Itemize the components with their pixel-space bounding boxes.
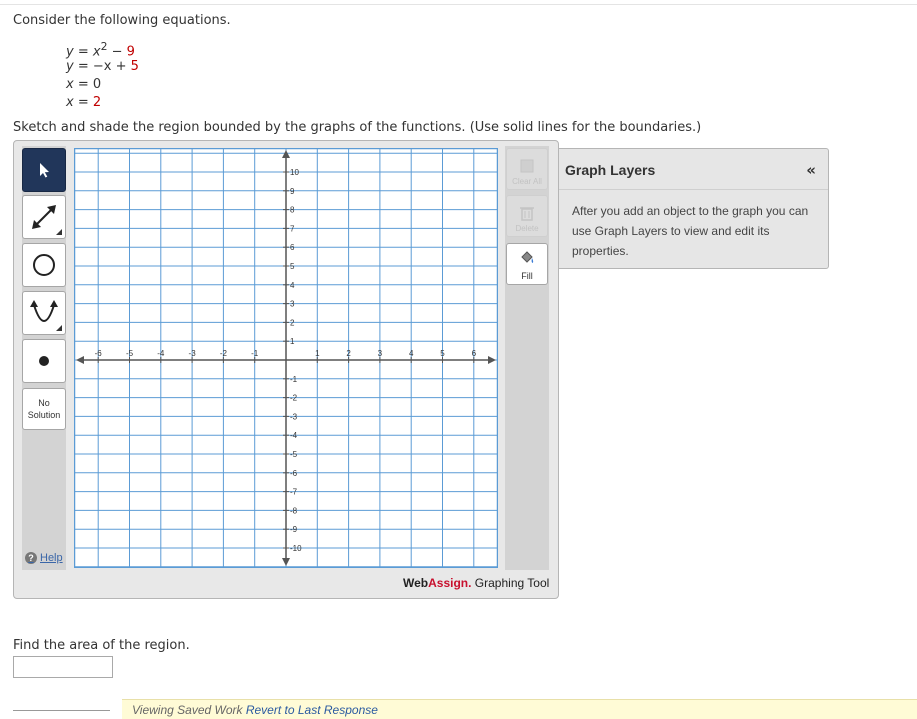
- y-tick-label: -6: [290, 469, 298, 478]
- layers-divider: [559, 189, 828, 190]
- help-link[interactable]: ? Help: [25, 552, 63, 564]
- double-arrow-line-icon: [32, 205, 56, 229]
- y-tick-label: -8: [290, 506, 298, 515]
- x-tick-label: -5: [126, 349, 134, 358]
- x-axis-arrow-right-icon: [488, 356, 496, 364]
- y-tick-label: 4: [290, 281, 295, 290]
- y-tick-label: 9: [290, 187, 295, 196]
- clear-all-button[interactable]: Clear All: [506, 148, 548, 190]
- x-tick-label: 5: [440, 349, 445, 358]
- y-tick-label: -10: [290, 544, 302, 553]
- delete-button[interactable]: Delete: [506, 195, 548, 237]
- x-tick-label: 3: [378, 349, 383, 358]
- submenu-corner-icon: [56, 325, 62, 331]
- y-tick-label: -2: [290, 394, 298, 403]
- question-intro: Consider the following equations.: [13, 13, 231, 28]
- area-answer-input[interactable]: [13, 656, 113, 678]
- graph-layers-help-text: After you add an object to the graph you…: [572, 204, 809, 258]
- equation-4: x = 2: [66, 95, 102, 110]
- y-tick-label: 3: [290, 300, 295, 309]
- graph-layers-title: Graph Layers: [565, 162, 656, 178]
- revert-link[interactable]: Revert to Last Response: [246, 703, 378, 717]
- equation-2: y = −x + 5: [66, 59, 139, 74]
- collapse-layers-icon[interactable]: «: [806, 161, 816, 179]
- x-tick-label: 1: [315, 349, 320, 358]
- graph-canvas[interactable]: -6 -5 -4 -3 -2 -1 1 2 3 4 5 6 10 9 8 7 6 5 4 3 2 1 -1 -2 -3 -4 -5 -…: [73, 147, 499, 569]
- x-tick-label: -3: [189, 349, 197, 358]
- y-tick-label: 6: [290, 243, 295, 252]
- help-icon: ?: [25, 552, 37, 564]
- y-tick-label: 8: [290, 206, 295, 215]
- point-icon: [39, 356, 49, 366]
- paint-bucket-icon: [521, 251, 534, 263]
- y-tick-label: -1: [290, 375, 298, 384]
- coordinate-grid[interactable]: -6 -5 -4 -3 -2 -1 1 2 3 4 5 6 10 9 8 7 6 5 4 3 2 1 -1 -2 -3 -4 -5 -…: [73, 147, 499, 569]
- y-axis-arrow-down-icon: [282, 558, 290, 566]
- x-tick-label: -4: [157, 349, 165, 358]
- x-tick-label: -6: [95, 349, 103, 358]
- equation-1: y = x2 − 9: [66, 40, 135, 60]
- x-tick-label: 2: [346, 349, 351, 358]
- y-tick-label: -7: [290, 488, 298, 497]
- x-tick-label: 4: [409, 349, 414, 358]
- y-tick-label: 7: [290, 224, 295, 233]
- graph-layers-panel: Graph Layers « After you add an object t…: [558, 148, 829, 269]
- circle-icon: [33, 254, 55, 276]
- clear-all-icon: [520, 159, 534, 173]
- webassign-brand: WebAssign. Graphing Tool: [403, 576, 550, 590]
- select-tool-button[interactable]: [22, 148, 66, 192]
- y-tick-label: -5: [290, 450, 298, 459]
- question-instruction: Sketch and shade the region bounded by t…: [13, 120, 702, 135]
- y-tick-label: 5: [290, 262, 295, 271]
- circle-tool-button[interactable]: [22, 243, 66, 287]
- submenu-corner-icon: [56, 229, 62, 235]
- y-tick-label: 10: [290, 168, 299, 177]
- y-tick-label: -4: [290, 431, 298, 440]
- y-axis-arrow-up-icon: [282, 150, 290, 158]
- x-tick-label: 6: [472, 349, 477, 358]
- saved-work-bar: Viewing Saved Work Revert to Last Respon…: [122, 699, 917, 719]
- x-axis-arrow-left-icon: [76, 356, 84, 364]
- fill-button[interactable]: Fill: [506, 243, 548, 285]
- arrow-pointer-icon: [40, 163, 49, 178]
- top-divider: [0, 4, 917, 5]
- x-tick-label: -1: [251, 349, 259, 358]
- y-tick-label: 1: [290, 337, 295, 346]
- parabola-tool-button[interactable]: [22, 291, 66, 335]
- x-tick-label: -2: [220, 349, 228, 358]
- no-solution-button[interactable]: No Solution: [22, 388, 66, 430]
- y-tick-label: 2: [290, 318, 295, 327]
- point-tool-button[interactable]: [22, 339, 66, 383]
- area-question: Find the area of the region.: [13, 638, 190, 653]
- trash-icon: [520, 207, 534, 221]
- line-tool-button[interactable]: [22, 195, 66, 239]
- y-tick-label: -9: [290, 525, 298, 534]
- equation-3: x = 0: [66, 77, 102, 92]
- y-tick-label: -3: [290, 412, 298, 421]
